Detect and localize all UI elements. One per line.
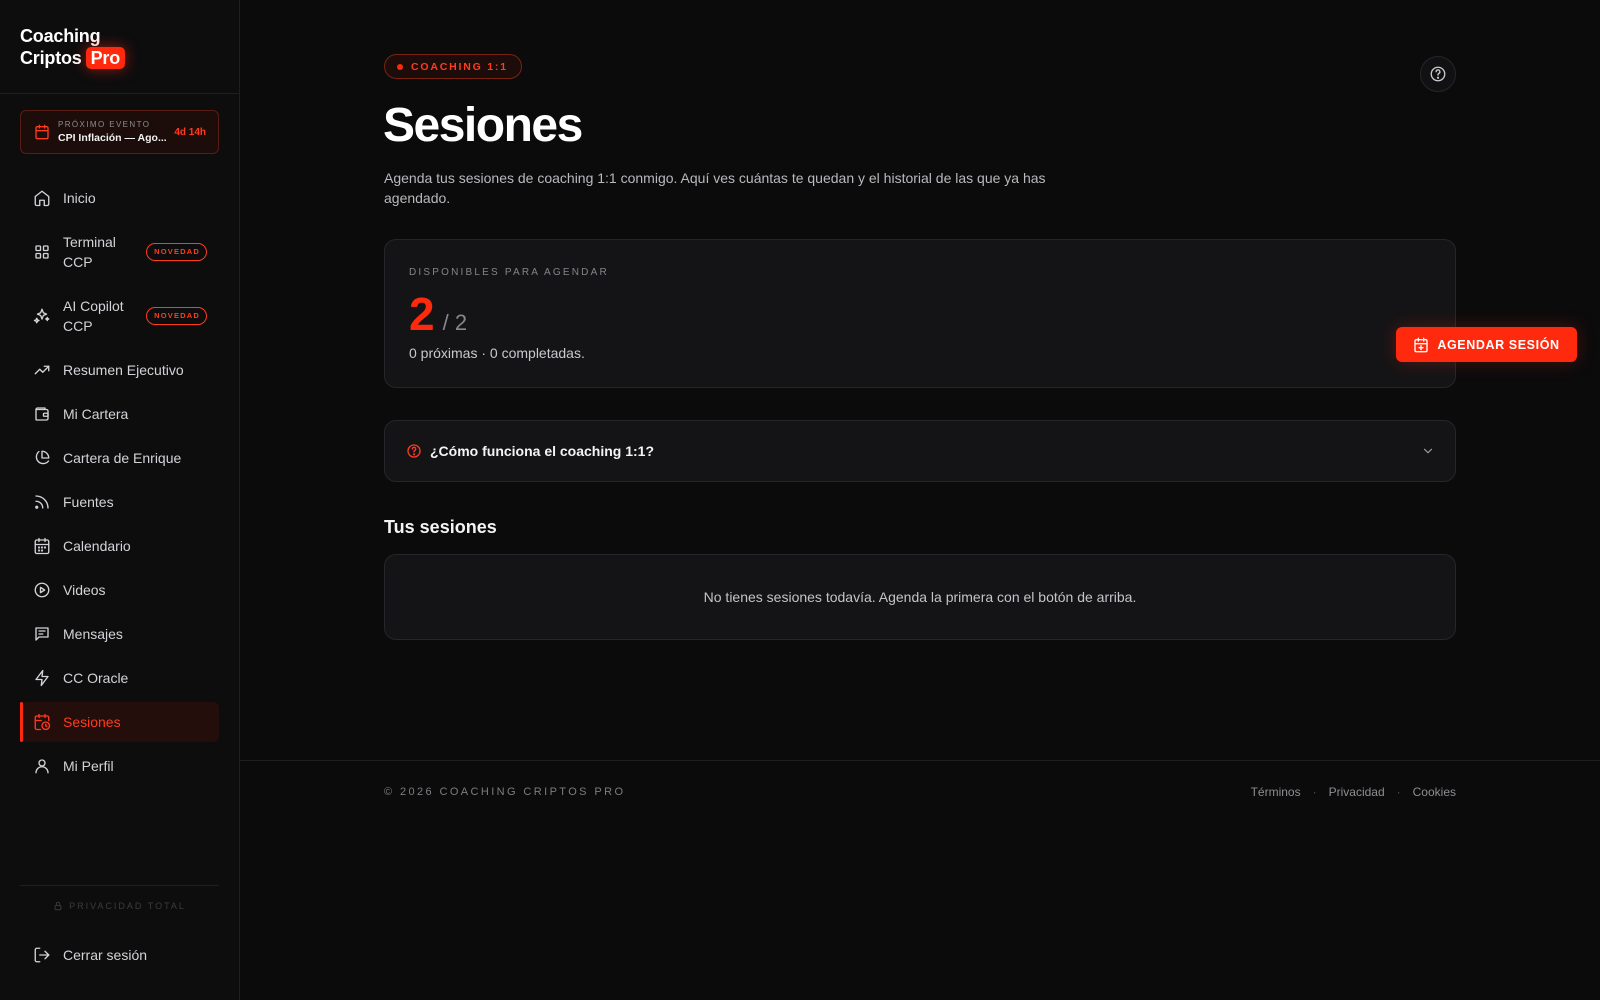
- section-tag: COACHING 1:1: [384, 54, 522, 79]
- faq-accordion[interactable]: ¿Cómo funciona el coaching 1:1?: [384, 420, 1456, 482]
- footer-link-privacidad[interactable]: Privacidad: [1329, 785, 1385, 799]
- logout-label: Cerrar sesión: [63, 947, 148, 963]
- sidebar-item-inicio[interactable]: Inicio: [20, 178, 219, 218]
- available-sessions: 2: [409, 288, 435, 340]
- sidebar-item-resumen-ejecutivo[interactable]: Resumen Ejecutivo: [20, 350, 219, 390]
- sidebar-item-label: Fuentes: [63, 494, 114, 510]
- calendar-plus-icon: [1413, 337, 1429, 353]
- footer-links: Términos · Privacidad · Cookies: [1251, 785, 1456, 799]
- calendar-icon: [33, 537, 51, 555]
- novedad-badge: NOVEDAD: [146, 243, 207, 261]
- sidebar-item-sesiones[interactable]: Sesiones: [20, 702, 219, 742]
- message-icon: [33, 625, 51, 643]
- footer-separator: ·: [1396, 785, 1401, 799]
- sessions-empty-state: No tienes sesiones todavía. Agenda la pr…: [384, 554, 1456, 640]
- sidebar-nav: Inicio Terminal CCP NOVEDAD AI Copilot C…: [20, 178, 219, 790]
- brand-pro-badge: Pro: [85, 47, 126, 69]
- sidebar-item-ai-copilot[interactable]: AI Copilot CCP NOVEDAD: [20, 286, 219, 346]
- schedule-session-button[interactable]: AGENDAR SESIÓN: [1396, 327, 1577, 362]
- sidebar-item-label: AI Copilot CCP: [63, 298, 124, 334]
- sidebar-item-cc-oracle[interactable]: CC Oracle: [20, 658, 219, 698]
- main-content: COACHING 1:1 Sesiones Agenda tus sesione…: [240, 0, 1600, 1000]
- sidebar-item-label: Videos: [63, 582, 106, 598]
- availability-summary: 0 próximas · 0 completadas.: [409, 345, 585, 361]
- zap-icon: [33, 669, 51, 687]
- novedad-badge: NOVEDAD: [146, 307, 207, 325]
- brand-logo[interactable]: Coaching Criptos Pro: [20, 25, 126, 69]
- availability-card: DISPONIBLES PARA AGENDAR 2 / 2 0 próxima…: [384, 239, 1577, 388]
- next-event-card[interactable]: PRÓXIMO EVENTO CPI Inflación — Ago... 4d…: [20, 110, 219, 154]
- sidebar-item-label: Calendario: [63, 538, 131, 554]
- total-sessions: / 2: [442, 310, 468, 335]
- help-circle-icon: [1429, 65, 1447, 83]
- footer-separator: ·: [1312, 785, 1317, 799]
- availability-label: DISPONIBLES PARA AGENDAR: [409, 267, 609, 278]
- sidebar-item-label: Cartera de Enrique: [63, 450, 182, 466]
- rss-icon: [33, 493, 51, 511]
- lock-icon: [53, 901, 63, 911]
- logout-icon: [33, 946, 51, 964]
- sidebar-item-mensajes[interactable]: Mensajes: [20, 614, 219, 654]
- privacy-note: PRIVACIDAD TOTAL: [20, 901, 219, 911]
- wallet-icon: [33, 405, 51, 423]
- help-circle-icon: [406, 443, 422, 459]
- footer-divider: [240, 760, 1600, 761]
- chevron-down-icon: [1421, 444, 1435, 458]
- faq-title: ¿Cómo funciona el coaching 1:1?: [430, 443, 655, 459]
- page-subtitle: Agenda tus sesiones de coaching 1:1 conm…: [384, 170, 1046, 206]
- brand-line1: Coaching: [20, 26, 101, 46]
- section-tag-label: COACHING 1:1: [411, 60, 508, 73]
- sidebar-item-terminal-ccp[interactable]: Terminal CCP NOVEDAD: [20, 222, 219, 282]
- sidebar-item-label: CC Oracle: [63, 670, 129, 686]
- sidebar-item-label: Sesiones: [63, 714, 121, 730]
- copyright: © 2026 COACHING CRIPTOS PRO: [384, 786, 626, 798]
- next-event-countdown: 4d 14h: [174, 127, 206, 138]
- sidebar-item-label: Terminal CCP: [63, 234, 116, 270]
- sidebar-item-label: Resumen Ejecutivo: [63, 362, 184, 378]
- next-event-label: PRÓXIMO EVENTO: [58, 120, 151, 129]
- trending-up-icon: [33, 361, 51, 379]
- privacy-label: PRIVACIDAD TOTAL: [69, 901, 186, 911]
- logout-button[interactable]: Cerrar sesión: [20, 935, 219, 975]
- sidebar-item-mi-perfil[interactable]: Mi Perfil: [20, 746, 219, 786]
- next-event-name: CPI Inflación — Ago...: [58, 132, 166, 144]
- sidebar-divider: [20, 885, 219, 886]
- footer-link-cookies[interactable]: Cookies: [1413, 785, 1456, 799]
- pie-chart-icon: [33, 449, 51, 467]
- sidebar-item-cartera-enrique[interactable]: Cartera de Enrique: [20, 438, 219, 478]
- sidebar: Coaching Criptos Pro PRÓXIMO EVENTO CPI I…: [0, 0, 240, 1000]
- user-icon: [33, 757, 51, 775]
- sessions-empty-text: No tienes sesiones todavía. Agenda la pr…: [703, 589, 1137, 605]
- sidebar-divider: [0, 93, 239, 94]
- sidebar-item-label: Mensajes: [63, 626, 123, 642]
- calendar-clock-icon: [33, 713, 51, 731]
- sessions-title: Tus sesiones: [384, 517, 497, 537]
- brand-line2: Criptos: [20, 48, 82, 68]
- sidebar-item-videos[interactable]: Videos: [20, 570, 219, 610]
- footer-link-terminos[interactable]: Términos: [1251, 785, 1301, 799]
- sidebar-item-calendario[interactable]: Calendario: [20, 526, 219, 566]
- tag-dot: [397, 63, 403, 70]
- sidebar-item-label: Mi Cartera: [63, 406, 129, 422]
- sidebar-item-label: Mi Perfil: [63, 758, 114, 774]
- home-icon: [33, 189, 51, 207]
- play-circle-icon: [33, 581, 51, 599]
- grid-icon: [33, 243, 51, 261]
- page-title: Sesiones: [383, 99, 583, 152]
- sidebar-item-mi-cartera[interactable]: Mi Cartera: [20, 394, 219, 434]
- sidebar-item-label: Inicio: [63, 190, 96, 206]
- schedule-session-label: AGENDAR SESIÓN: [1437, 337, 1560, 352]
- help-button[interactable]: [1420, 56, 1456, 92]
- sidebar-item-fuentes[interactable]: Fuentes: [20, 482, 219, 522]
- sparkles-icon: [33, 307, 51, 325]
- calendar-icon: [34, 124, 50, 140]
- availability-count: 2 / 2: [409, 286, 467, 342]
